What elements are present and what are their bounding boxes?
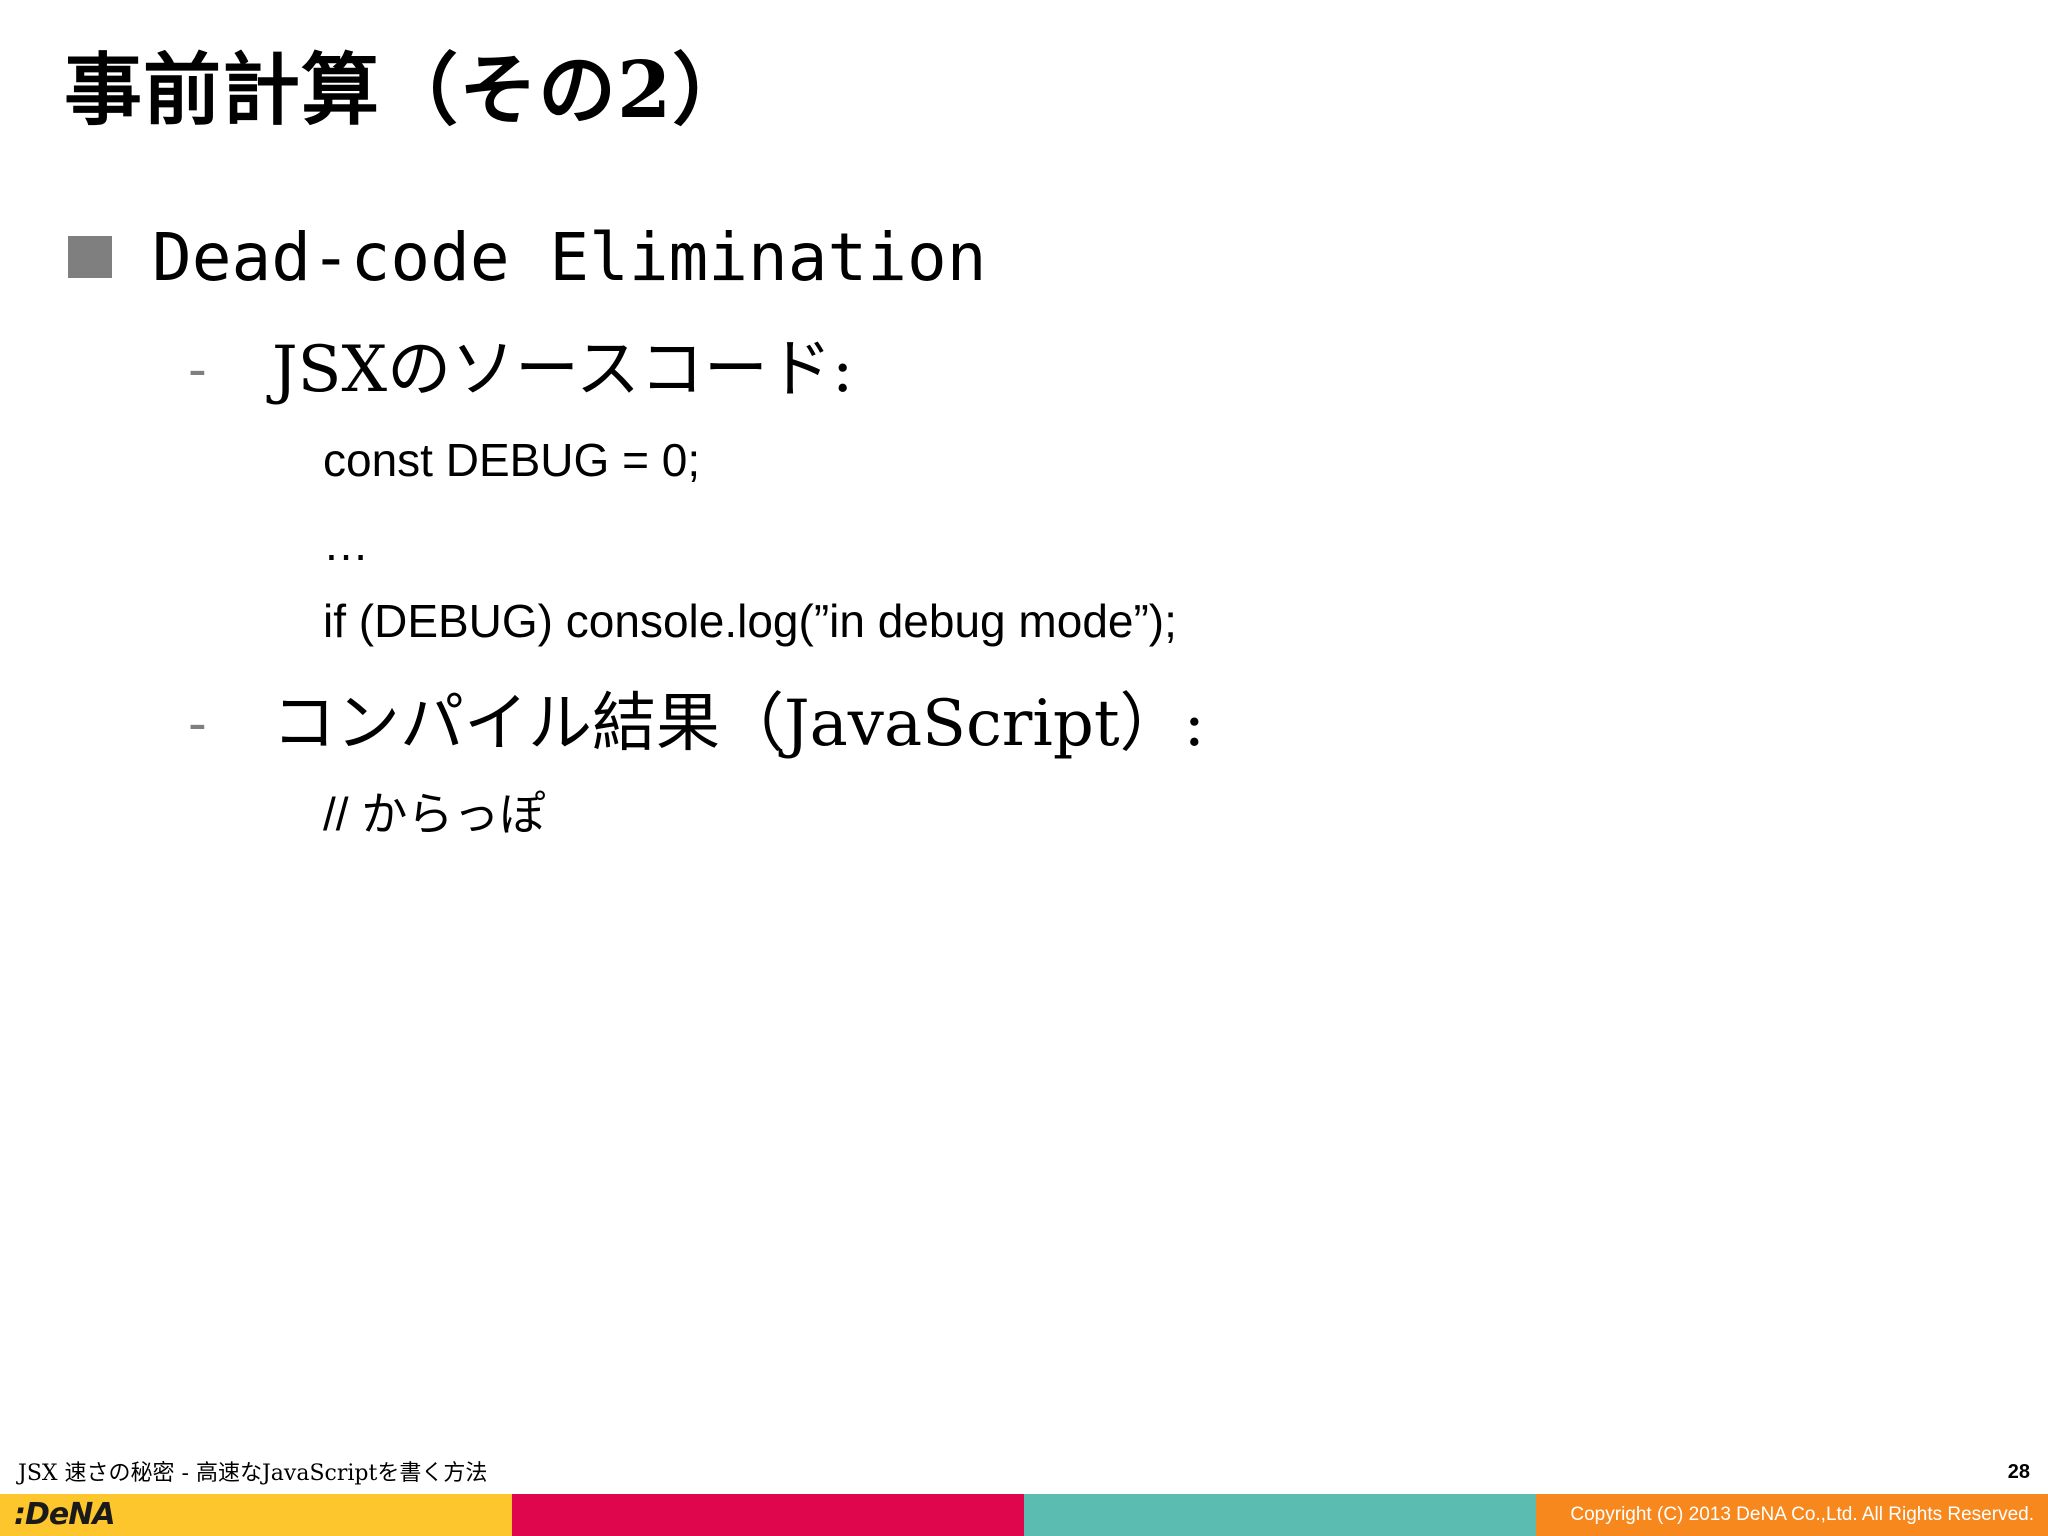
copyright-text: Copyright (C) 2013 DeNA Co.,Ltd. All Rig… bbox=[1570, 1504, 2034, 1525]
dash-bullet-icon: - bbox=[188, 694, 207, 754]
code-line: … bbox=[323, 518, 369, 570]
square-bullet-icon bbox=[68, 236, 112, 278]
footer-color-bar: :DeNA Copyright (C) 2013 DeNA Co.,Ltd. A… bbox=[0, 1494, 2048, 1536]
result-comment: // からっぽ bbox=[323, 788, 546, 840]
slide-title: 事前計算（その2） bbox=[64, 45, 752, 136]
bar-segment-teal bbox=[1024, 1494, 1536, 1536]
dash-bullet-icon: - bbox=[188, 340, 207, 400]
bar-segment-orange: Copyright (C) 2013 DeNA Co.,Ltd. All Rig… bbox=[1536, 1494, 2048, 1536]
footer-presentation-title: JSX 速さの秘密 - 高速なJavaScriptを書く方法 bbox=[18, 1461, 488, 1486]
bar-segment-magenta bbox=[512, 1494, 1024, 1536]
code-line: const DEBUG = 0; bbox=[323, 434, 701, 486]
sub-bullet-text: コンパイル結果（JavaScript）: bbox=[272, 687, 1206, 761]
bar-segment-yellow: :DeNA bbox=[0, 1494, 512, 1536]
bullet-text: Dead-code Elimination bbox=[152, 219, 987, 296]
code-line: if (DEBUG) console.log(”in debug mode”); bbox=[323, 595, 1177, 647]
dena-logo: :DeNA bbox=[14, 1497, 116, 1532]
sub-bullet-text: JSXのソースコード: bbox=[272, 333, 854, 407]
page-number: 28 bbox=[2007, 1461, 2030, 1483]
